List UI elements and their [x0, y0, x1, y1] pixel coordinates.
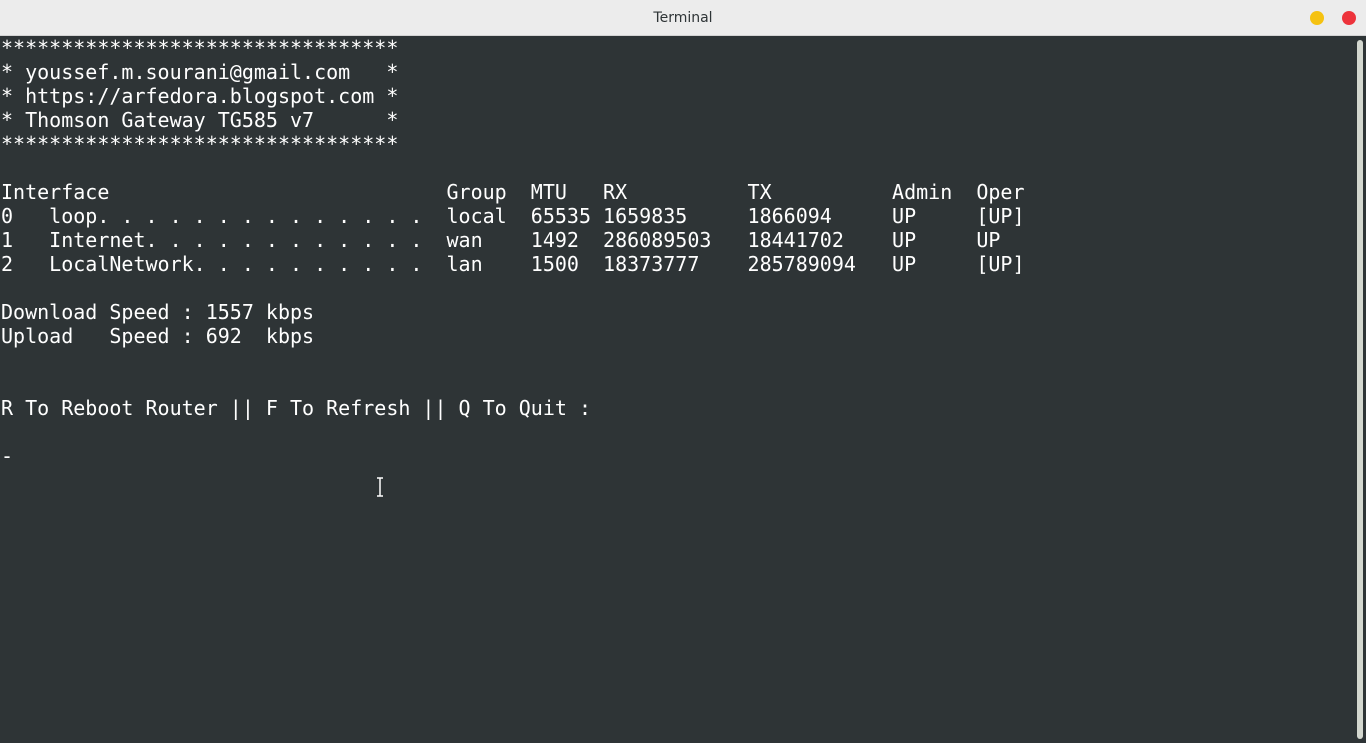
close-button[interactable]: [1342, 11, 1356, 25]
banner-device: * Thomson Gateway TG585 v7 *: [1, 108, 399, 132]
command-prompt: R To Reboot Router || F To Refresh || Q …: [1, 396, 592, 420]
interface-row-internet: 1 Internet. . . . . . . . . . . . wan 14…: [1, 228, 1001, 252]
window-title: Terminal: [653, 10, 713, 26]
upload-speed: Upload Speed : 692 kbps: [1, 324, 315, 348]
download-speed: Download Speed : 1557 kbps: [1, 300, 315, 324]
terminal-content[interactable]: ********************************* * yous…: [0, 36, 1354, 743]
interface-row-localnetwork: 2 LocalNetwork. . . . . . . . . . lan 15…: [1, 252, 1025, 276]
title-bar[interactable]: Terminal: [0, 0, 1366, 36]
terminal-scrollbar[interactable]: [1354, 36, 1366, 743]
interface-row-loop: 0 loop. . . . . . . . . . . . . . local …: [1, 204, 1025, 228]
banner-border-bottom: *********************************: [1, 132, 399, 156]
banner-border-top: *********************************: [1, 36, 399, 60]
banner-email: * youssef.m.sourani@gmail.com *: [1, 60, 399, 84]
input-cursor-line: -: [1, 444, 14, 468]
banner-url: * https://arfedora.blogspot.com *: [1, 84, 399, 108]
text-cursor-icon: [377, 477, 383, 497]
interface-table-header: Interface Group MTU RX TX Admin Oper: [1, 180, 1025, 204]
scrollbar-thumb[interactable]: [1357, 40, 1363, 739]
minimize-button[interactable]: [1310, 11, 1324, 25]
terminal-window: Terminal *******************************…: [0, 0, 1366, 743]
